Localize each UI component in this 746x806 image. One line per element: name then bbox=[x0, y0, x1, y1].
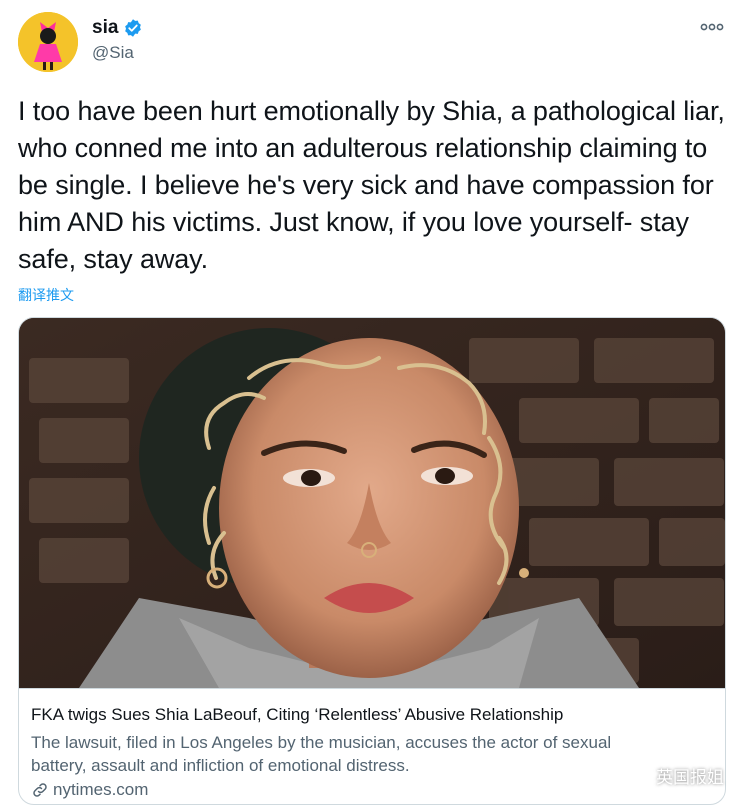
card-title[interactable]: FKA twigs Sues Shia LaBeouf, Citing ‘Rel… bbox=[31, 705, 563, 725]
portrait-photo bbox=[19, 318, 725, 688]
avatar-bow-figure-icon bbox=[18, 12, 78, 72]
verified-badge-icon bbox=[123, 18, 143, 38]
translate-tweet-link[interactable]: 翻译推文 bbox=[18, 285, 74, 305]
card-image[interactable] bbox=[19, 318, 725, 688]
avatar[interactable] bbox=[18, 12, 78, 72]
tweet-text: I too have been hurt emotionally by Shia… bbox=[18, 96, 725, 274]
user-handle[interactable]: @Sia bbox=[92, 43, 134, 63]
link-icon bbox=[31, 781, 49, 799]
watermark: 英国报姐 bbox=[624, 763, 724, 788]
card-meta[interactable]: FKA twigs Sues Shia LaBeouf, Citing ‘Rel… bbox=[19, 688, 725, 804]
watermark-text: 英国报姐 bbox=[656, 768, 724, 787]
tweet: sia @Sia I too have been hurt emotionall… bbox=[0, 0, 746, 806]
display-name[interactable]: sia bbox=[92, 17, 118, 39]
card-domain-text[interactable]: nytimes.com bbox=[53, 780, 148, 800]
card-description: The lawsuit, filed in Los Angeles by the… bbox=[31, 733, 612, 775]
name-row[interactable]: sia bbox=[92, 17, 143, 39]
card-domain[interactable]: nytimes.com bbox=[31, 780, 148, 800]
link-preview-card[interactable]: FKA twigs Sues Shia LaBeouf, Citing ‘Rel… bbox=[18, 317, 726, 805]
wechat-icon bbox=[624, 765, 650, 787]
more-options-icon[interactable] bbox=[700, 20, 724, 34]
